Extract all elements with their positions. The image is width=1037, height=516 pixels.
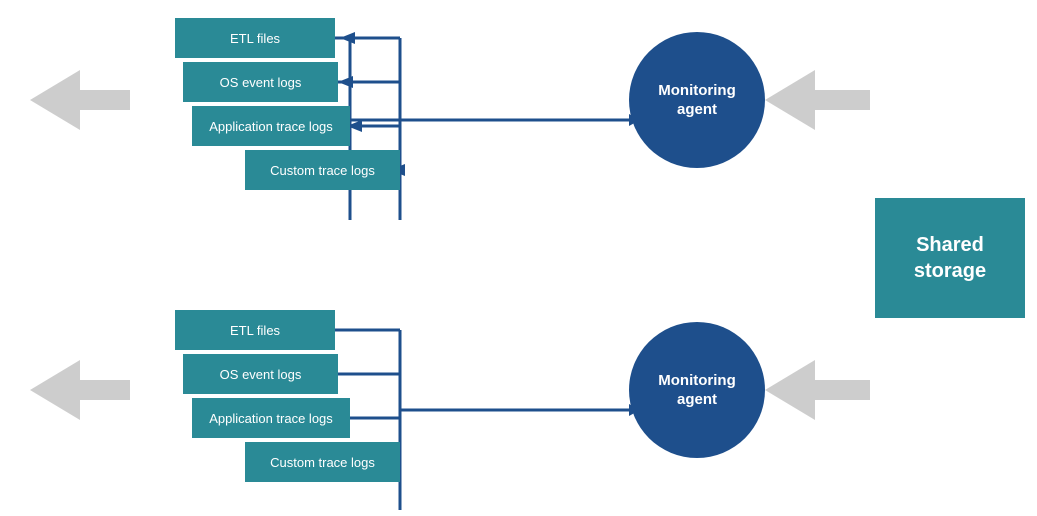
app-trace-logs-bottom: Application trace logs <box>192 398 350 438</box>
monitoring-agent-top: Monitoringagent <box>629 32 765 168</box>
app-trace-logs-top: Application trace logs <box>192 106 350 146</box>
shared-storage: Sharedstorage <box>875 198 1025 318</box>
etl-files-bottom: ETL files <box>175 310 335 350</box>
os-event-logs-bottom: OS event logs <box>183 354 338 394</box>
etl-files-top: ETL files <box>175 18 335 58</box>
monitoring-agent-bottom: Monitoringagent <box>629 322 765 458</box>
custom-trace-logs-top: Custom trace logs <box>245 150 400 190</box>
custom-trace-logs-bottom: Custom trace logs <box>245 442 400 482</box>
os-event-logs-top: OS event logs <box>183 62 338 102</box>
main-diagram: ETL files OS event logs Application trac… <box>0 0 1037 516</box>
